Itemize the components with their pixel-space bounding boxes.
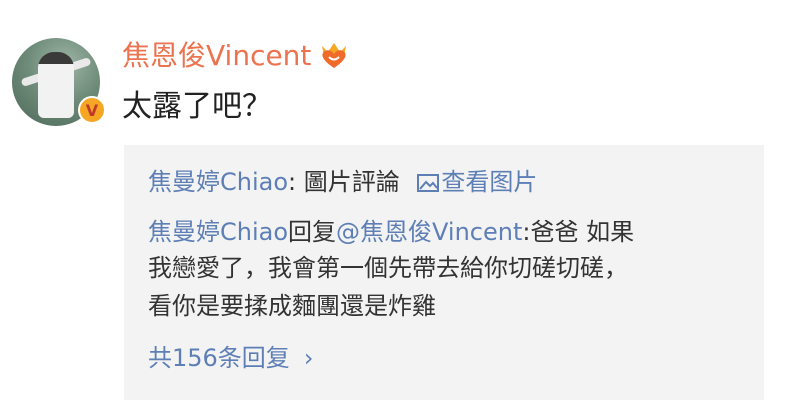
reply-user[interactable]: 焦曼婷Chiao: [148, 218, 288, 246]
comment-text: 太露了吧？: [122, 89, 272, 124]
reply-line-3: 看你是要揉成麵團還是炸雞: [148, 292, 436, 320]
reply-header-user[interactable]: 焦曼婷Chiao: [148, 168, 288, 196]
reply-text-part-1: 爸爸 如果: [530, 218, 635, 246]
reply-header-suffix: : 圖片評論: [288, 168, 400, 196]
more-replies-link[interactable]: 共156条回复 ›: [148, 341, 313, 375]
vip-heart-crown-icon: [322, 43, 346, 68]
reply-verb: 回复: [288, 218, 337, 246]
view-image-link[interactable]: 查看图片: [441, 168, 537, 196]
more-replies-label: 共156条回复: [148, 344, 290, 372]
reply-line-2: 我戀愛了，我會第一個先帶去給你切磋切磋，: [148, 254, 628, 282]
reply-mention[interactable]: @焦恩俊Vincent: [336, 218, 522, 246]
verified-badge-icon: V: [78, 96, 106, 124]
comment-username[interactable]: 焦恩俊Vincent: [122, 36, 311, 76]
reply-box: 焦曼婷Chiao: 圖片評論 查看图片 焦曼婷Chiao回复@焦恩俊Vincen…: [124, 145, 764, 400]
reply-header: 焦曼婷Chiao: 圖片評論 查看图片: [148, 165, 537, 199]
image-icon[interactable]: [417, 174, 440, 192]
chevron-right-icon: ›: [303, 344, 314, 372]
reply-line-1: 焦曼婷Chiao回复@焦恩俊Vincent:爸爸 如果: [148, 215, 634, 249]
